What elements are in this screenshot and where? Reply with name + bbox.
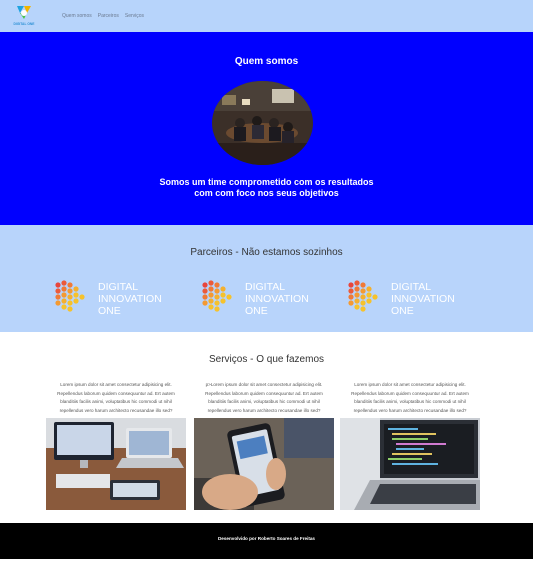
dio-dots-icon <box>348 280 378 312</box>
about-section: Quem somos Somos um time comprometido co… <box>0 32 533 225</box>
site-header: DIGITAL ONE Quem somos Parceiros Serviço… <box>0 0 533 32</box>
phone-in-hand-image <box>194 418 334 510</box>
devices-desk-image <box>46 418 186 510</box>
partner-logo[interactable]: DIGITAL INNOVATION ONE <box>345 275 475 317</box>
site-logo[interactable]: DIGITAL ONE <box>11 5 37 27</box>
svg-text:DIGITAL: DIGITAL <box>245 281 285 293</box>
svg-text:DIGITAL: DIGITAL <box>391 281 431 293</box>
svg-text:DIGITAL: DIGITAL <box>98 281 138 293</box>
footer-credit: Desenvolvido por Roberto Soares de Freit… <box>217 536 315 541</box>
partners-title: Parceiros - Não estamos sozinhos <box>190 247 343 258</box>
nav-link-servicos[interactable]: Serviços <box>125 13 144 19</box>
service-description: Lorem ipsum dolor sit amet consectetur a… <box>351 382 469 414</box>
laptop-code-image <box>340 418 480 510</box>
svg-text:ONE: ONE <box>245 305 268 317</box>
about-text: Somos um time comprometido com os result… <box>0 177 533 199</box>
svg-text:ONE: ONE <box>98 305 121 317</box>
dio-dots-icon <box>202 280 232 312</box>
service-description: Lorem ipsum dolor sit amet consectetur a… <box>57 382 175 414</box>
about-text-line-2: com com foco nos seus objetivos <box>194 188 339 198</box>
nav-link-parceiros[interactable]: Parceiros <box>98 13 119 19</box>
service-card: p>Lorem ipsum dolor sit amet consectetur… <box>194 381 334 510</box>
main-nav: Quem somos Parceiros Serviços <box>62 13 144 19</box>
site-footer: Desenvolvido por Roberto Soares de Freit… <box>0 523 533 559</box>
services-section: Serviços - O que fazemos Lorem ipsum dol… <box>0 332 533 523</box>
about-text-line-1: Somos um time comprometido com os result… <box>159 177 374 187</box>
about-title: Quem somos <box>234 56 299 67</box>
service-card: Lorem ipsum dolor sit amet consectetur a… <box>46 381 186 510</box>
services-title: Serviços - O que fazemos <box>208 354 325 365</box>
team-photo <box>212 81 313 165</box>
svg-text:ONE: ONE <box>391 305 414 317</box>
dio-dots-icon <box>55 280 85 312</box>
svg-text:INNOVATION: INNOVATION <box>391 293 455 305</box>
partner-logo[interactable]: DIGITAL INNOVATION ONE <box>52 275 182 317</box>
logo-caption: DIGITAL ONE <box>14 22 36 26</box>
service-description: p>Lorem ipsum dolor sit amet consectetur… <box>205 382 323 414</box>
partners-section: Parceiros - Não estamos sozinhos DIGITAL… <box>0 225 533 332</box>
svg-text:INNOVATION: INNOVATION <box>98 293 162 305</box>
service-card: Lorem ipsum dolor sit amet consectetur a… <box>340 381 480 510</box>
partner-logo[interactable]: DIGITAL INNOVATION ONE <box>199 275 329 317</box>
nav-link-quem-somos[interactable]: Quem somos <box>62 13 92 19</box>
svg-text:INNOVATION: INNOVATION <box>245 293 309 305</box>
